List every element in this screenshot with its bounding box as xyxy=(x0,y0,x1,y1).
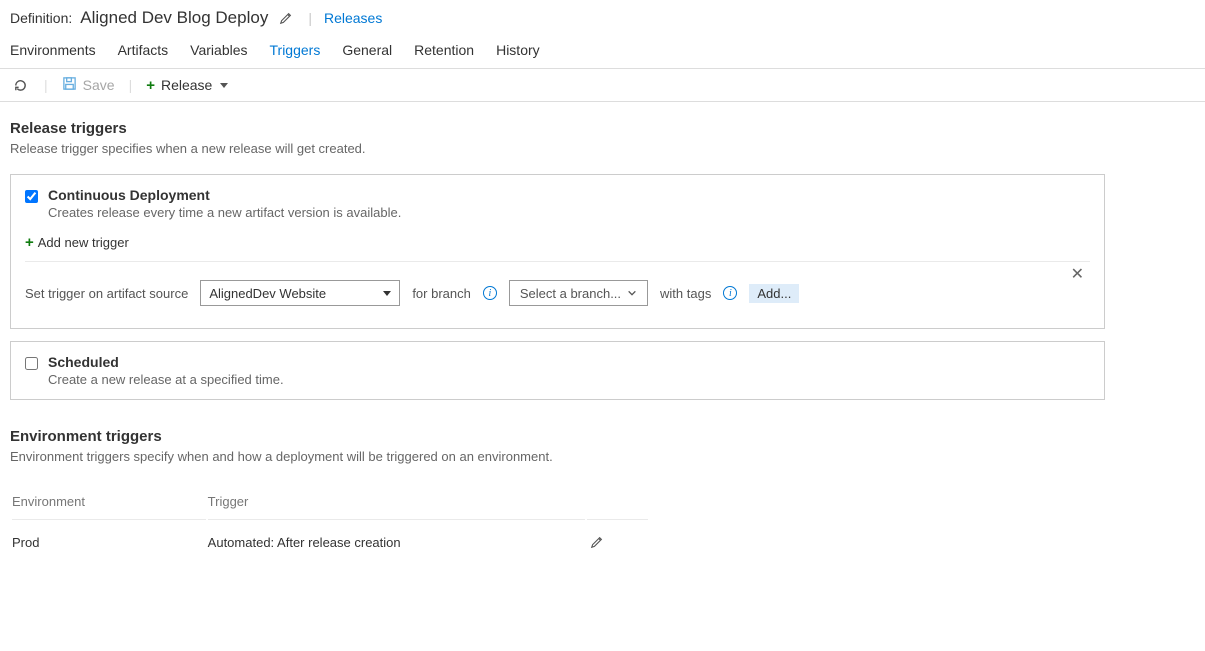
tab-triggers[interactable]: Triggers xyxy=(270,42,321,68)
tab-environments[interactable]: Environments xyxy=(10,42,96,68)
table-row: Prod Automated: After release creation xyxy=(12,522,648,562)
tab-variables[interactable]: Variables xyxy=(190,42,247,68)
save-icon xyxy=(62,76,77,94)
cd-checkbox[interactable] xyxy=(25,190,38,203)
env-name: Prod xyxy=(12,522,206,562)
tab-history[interactable]: History xyxy=(496,42,540,68)
definition-header: Definition: Aligned Dev Blog Deploy | Re… xyxy=(0,0,1205,32)
plus-icon: + xyxy=(146,77,155,94)
branch-dropdown[interactable]: Select a branch... xyxy=(509,280,648,306)
branch-placeholder: Select a branch... xyxy=(520,286,621,301)
info-icon[interactable]: i xyxy=(483,286,497,300)
trigger-row: Set trigger on artifact source AlignedDe… xyxy=(25,276,1090,316)
chevron-down-icon xyxy=(383,291,391,296)
chevron-down-icon xyxy=(627,288,637,298)
info-icon[interactable]: i xyxy=(723,286,737,300)
edit-icon[interactable] xyxy=(587,532,607,552)
definition-name: Aligned Dev Blog Deploy xyxy=(80,8,268,28)
refresh-icon[interactable] xyxy=(10,75,30,95)
continuous-deployment-panel: Continuous Deployment Creates release ev… xyxy=(10,174,1105,329)
content: Release triggers Release trigger specifi… xyxy=(0,102,1205,594)
artifact-source-label: Set trigger on artifact source xyxy=(25,286,188,301)
col-edit xyxy=(587,484,648,520)
separator: | xyxy=(44,77,48,93)
definition-prefix: Definition: xyxy=(10,10,72,26)
artifact-source-dropdown[interactable]: AlignedDev Website xyxy=(200,280,400,306)
tab-artifacts[interactable]: Artifacts xyxy=(118,42,169,68)
close-icon[interactable]: ✕ xyxy=(1071,264,1084,284)
cd-title: Continuous Deployment xyxy=(48,187,401,203)
release-triggers-title: Release triggers xyxy=(10,120,1195,137)
scheduled-desc: Create a new release at a specified time… xyxy=(48,372,284,387)
separator: | xyxy=(129,77,133,93)
plus-icon: + xyxy=(25,234,34,251)
env-triggers-desc: Environment triggers specify when and ho… xyxy=(10,449,1195,464)
save-label: Save xyxy=(83,77,115,93)
toolbar: | Save | + Release xyxy=(0,68,1205,102)
add-tag-button[interactable]: Add... xyxy=(749,284,799,303)
env-trigger: Automated: After release creation xyxy=(208,522,585,562)
branch-label: for branch xyxy=(412,286,471,301)
edit-name-icon[interactable] xyxy=(276,8,296,28)
scheduled-panel: Scheduled Create a new release at a spec… xyxy=(10,341,1105,400)
tab-retention[interactable]: Retention xyxy=(414,42,474,68)
tags-label: with tags xyxy=(660,286,711,301)
release-triggers-desc: Release trigger specifies when a new rel… xyxy=(10,141,1195,156)
add-trigger-button[interactable]: + Add new trigger xyxy=(25,234,129,251)
release-button[interactable]: + Release xyxy=(146,77,228,94)
tab-bar: Environments Artifacts Variables Trigger… xyxy=(0,32,1205,68)
environment-triggers-section: Environment triggers Environment trigger… xyxy=(10,428,1195,564)
col-environment: Environment xyxy=(12,484,206,520)
separator: | xyxy=(308,10,312,26)
env-triggers-table: Environment Trigger Prod Automated: Afte… xyxy=(10,482,650,564)
releases-link[interactable]: Releases xyxy=(324,10,382,26)
tab-general[interactable]: General xyxy=(342,42,392,68)
artifact-source-value: AlignedDev Website xyxy=(209,286,326,301)
divider xyxy=(25,261,1090,262)
chevron-down-icon xyxy=(220,83,228,88)
save-button: Save xyxy=(62,76,115,94)
cd-desc: Creates release every time a new artifac… xyxy=(48,205,401,220)
release-label: Release xyxy=(161,77,212,93)
scheduled-checkbox[interactable] xyxy=(25,357,38,370)
env-triggers-title: Environment triggers xyxy=(10,428,1195,445)
col-trigger: Trigger xyxy=(208,484,585,520)
scheduled-title: Scheduled xyxy=(48,354,284,370)
add-trigger-label: Add new trigger xyxy=(38,235,129,250)
